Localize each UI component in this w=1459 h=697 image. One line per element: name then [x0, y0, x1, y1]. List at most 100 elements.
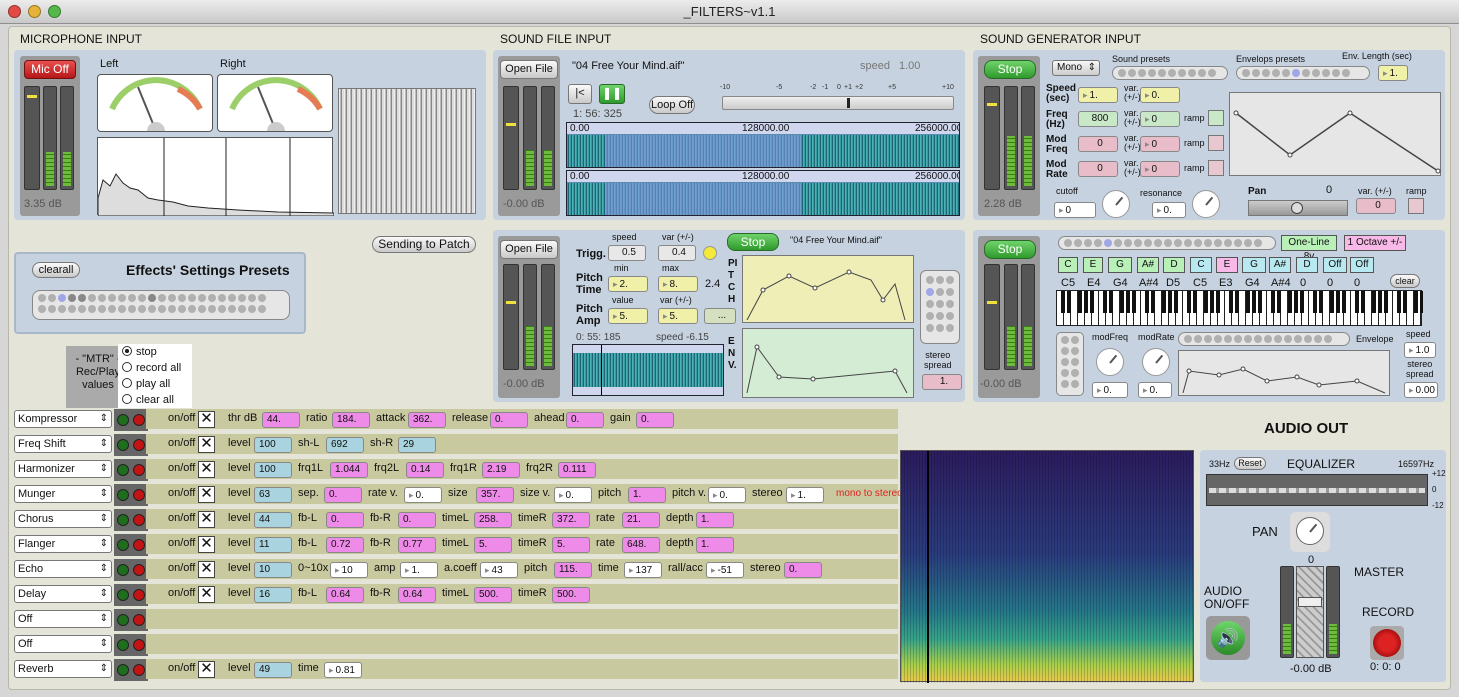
effect-param-input[interactable]: 16	[254, 587, 292, 603]
piano-keyboard[interactable]	[1056, 290, 1423, 326]
effect-param-input[interactable]: 1.	[628, 487, 666, 503]
record-button[interactable]	[1370, 626, 1404, 660]
effect-param-input[interactable]: 100	[254, 462, 292, 478]
effect-param-input[interactable]: 648.	[622, 537, 660, 553]
note-chip[interactable]: D	[1163, 257, 1185, 273]
synth-voice-grid[interactable]	[1056, 332, 1084, 396]
effect-param-input[interactable]: 63	[254, 487, 292, 503]
effect-param-input[interactable]: 0.	[326, 512, 364, 528]
effect-param-input[interactable]: 0.111	[558, 462, 596, 478]
note-chip[interactable]: Off	[1350, 257, 1374, 273]
effect-param-input[interactable]: 0.64	[398, 587, 436, 603]
effect-onoff-toggle[interactable]: ✕	[198, 486, 215, 503]
effect-param-input[interactable]: 258.	[474, 512, 512, 528]
effect-param-input[interactable]: 362.	[408, 412, 446, 428]
open-file-button[interactable]: Open File	[500, 60, 558, 79]
cutoff-input[interactable]: 0	[1054, 202, 1096, 218]
trig-speed-input[interactable]: 0.5	[608, 245, 646, 261]
sound-presets-grid[interactable]	[1112, 66, 1228, 80]
effect-param-input[interactable]: 0.	[636, 412, 674, 428]
gen-speed-input[interactable]: 1.	[1078, 87, 1118, 103]
effect-record-led[interactable]	[133, 439, 145, 451]
gen-modfreq-input[interactable]: 0	[1078, 136, 1118, 152]
effect-param-input[interactable]: 1.	[400, 562, 438, 578]
effect-onoff-toggle[interactable]: ✕	[198, 661, 215, 678]
record-icon[interactable]	[1373, 629, 1401, 657]
effect-select[interactable]: Munger	[14, 485, 112, 503]
effect-param-input[interactable]: 692	[326, 437, 364, 453]
effect-record-led[interactable]	[133, 414, 145, 426]
pitch-time-max-input[interactable]: 8.	[658, 276, 698, 292]
effect-select[interactable]: Echo	[14, 560, 112, 578]
synth-presets-grid[interactable]	[1058, 236, 1276, 250]
note-chip[interactable]: C	[1190, 257, 1212, 273]
note-chip[interactable]: C	[1058, 257, 1078, 273]
env-length-input[interactable]: 1.	[1378, 65, 1408, 81]
effect-record-led[interactable]	[133, 664, 145, 676]
synth-stop-button[interactable]: Stop	[984, 240, 1036, 259]
pause-button[interactable]: ❚❚	[599, 84, 625, 104]
eq-bands[interactable]	[1209, 488, 1425, 493]
effect-onoff-toggle[interactable]: ✕	[198, 436, 215, 453]
radio-selected-icon[interactable]	[122, 346, 132, 356]
rewind-button[interactable]: |<	[568, 84, 592, 104]
loop-off-button[interactable]: Loop Off	[649, 96, 695, 114]
radio-icon[interactable]	[122, 378, 132, 388]
mtr-radio-record[interactable]: record all	[122, 362, 181, 374]
sampler-presets-grid[interactable]	[920, 270, 960, 344]
effect-param-input[interactable]: 115.	[554, 562, 592, 578]
synth-stereo-input[interactable]: 0.00	[1404, 382, 1438, 398]
sampler-waveform[interactable]	[572, 344, 724, 396]
pan-var-input[interactable]: 0	[1356, 198, 1396, 214]
pan-slider-handle[interactable]	[1291, 202, 1303, 214]
effect-param-input[interactable]: 49	[254, 662, 292, 678]
trig-var-input[interactable]: 0.4	[658, 245, 696, 261]
gen-pan-slider[interactable]	[1248, 200, 1348, 216]
effect-param-input[interactable]: 0.	[398, 512, 436, 528]
note-chip[interactable]: A#	[1137, 257, 1159, 273]
gen-stop-button[interactable]: Stop	[984, 60, 1036, 79]
effect-record-led[interactable]	[133, 614, 145, 626]
effect-record-led[interactable]	[133, 514, 145, 526]
effect-param-input[interactable]: 0.72	[326, 537, 364, 553]
amp-envelope[interactable]	[742, 328, 914, 398]
effect-param-input[interactable]: 29	[398, 437, 436, 453]
effect-param-input[interactable]: 1.	[696, 537, 734, 553]
radio-icon[interactable]	[122, 362, 132, 372]
effect-select[interactable]: Harmonizer	[14, 460, 112, 478]
note-chip[interactable]: E	[1083, 257, 1103, 273]
clearall-button[interactable]: clearall	[32, 262, 80, 278]
effect-param-input[interactable]: 1.	[786, 487, 824, 503]
effect-param-input[interactable]: 10	[330, 562, 368, 578]
resonance-knob[interactable]	[1192, 190, 1220, 218]
speed-slider-handle[interactable]	[847, 98, 850, 108]
effect-param-input[interactable]: 100	[254, 437, 292, 453]
effect-param-input[interactable]: 0.	[784, 562, 822, 578]
speaker-icon[interactable]: 🔊	[1211, 621, 1245, 655]
effect-record-led[interactable]	[133, 489, 145, 501]
gen-freq-var-input[interactable]: 0	[1140, 111, 1180, 127]
effect-param-input[interactable]: 5.	[474, 537, 512, 553]
effect-onoff-toggle[interactable]: ✕	[198, 586, 215, 603]
note-chip[interactable]: A#	[1269, 257, 1291, 273]
effect-select[interactable]: Off	[14, 635, 112, 653]
speed-slider[interactable]	[722, 96, 954, 110]
gen-speed-var-input[interactable]: 0.	[1140, 87, 1180, 103]
modfreq-ramp-toggle[interactable]	[1208, 135, 1224, 151]
pitch-amp-var-input[interactable]: 5.	[658, 308, 698, 324]
pitch-amp-value-input[interactable]: 5.	[608, 308, 648, 324]
note-chip[interactable]: E	[1216, 257, 1238, 273]
env-presets-grid[interactable]	[1236, 66, 1370, 80]
resonance-input[interactable]: 0.	[1152, 202, 1186, 218]
eq-reset-button[interactable]: Reset	[1234, 457, 1266, 470]
pan-ramp-toggle[interactable]	[1408, 198, 1424, 214]
gen-modrate-var-input[interactable]: 0	[1140, 161, 1180, 177]
mtr-radio-clear[interactable]: clear all	[122, 394, 174, 406]
modfreq-knob[interactable]	[1096, 348, 1124, 376]
sampler-open-file-button[interactable]: Open File	[500, 240, 558, 259]
effect-param-input[interactable]: 0.64	[326, 587, 364, 603]
note-chip[interactable]: G	[1242, 257, 1266, 273]
effect-param-input[interactable]: 2.19	[482, 462, 520, 478]
gen-modfreq-var-input[interactable]: 0	[1140, 136, 1180, 152]
pitch-time-min-input[interactable]: 2.	[608, 276, 648, 292]
